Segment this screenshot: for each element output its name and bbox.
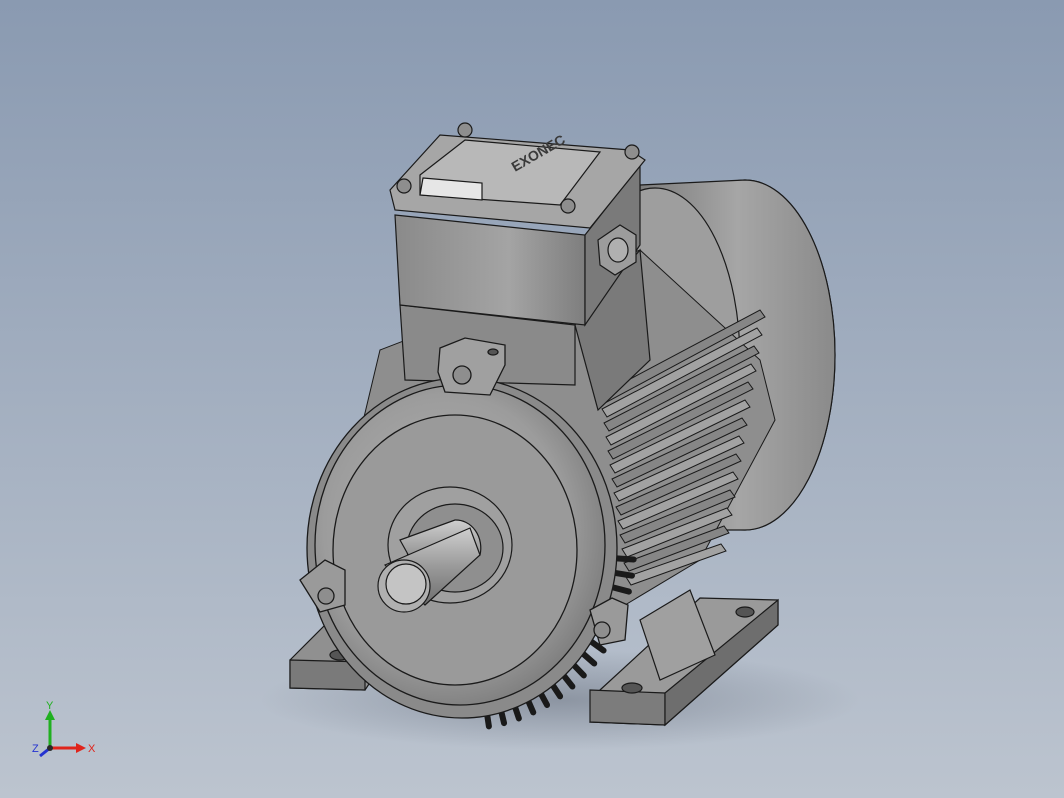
- front-fin: [613, 555, 637, 563]
- y-axis-label: Y: [46, 700, 54, 712]
- front-fin: [612, 569, 635, 579]
- z-axis-label: Z: [32, 743, 39, 755]
- x-axis-label: X: [88, 743, 96, 755]
- coordinate-triad: Y X Z: [32, 700, 96, 758]
- motor-3d-model[interactable]: EXONEC: [0, 0, 1064, 798]
- front-fin: [609, 584, 632, 595]
- triad-origin: [47, 745, 53, 751]
- graphics-viewport[interactable]: EXONEC Y X Z: [0, 0, 1064, 798]
- x-axis-arrow: [76, 743, 86, 753]
